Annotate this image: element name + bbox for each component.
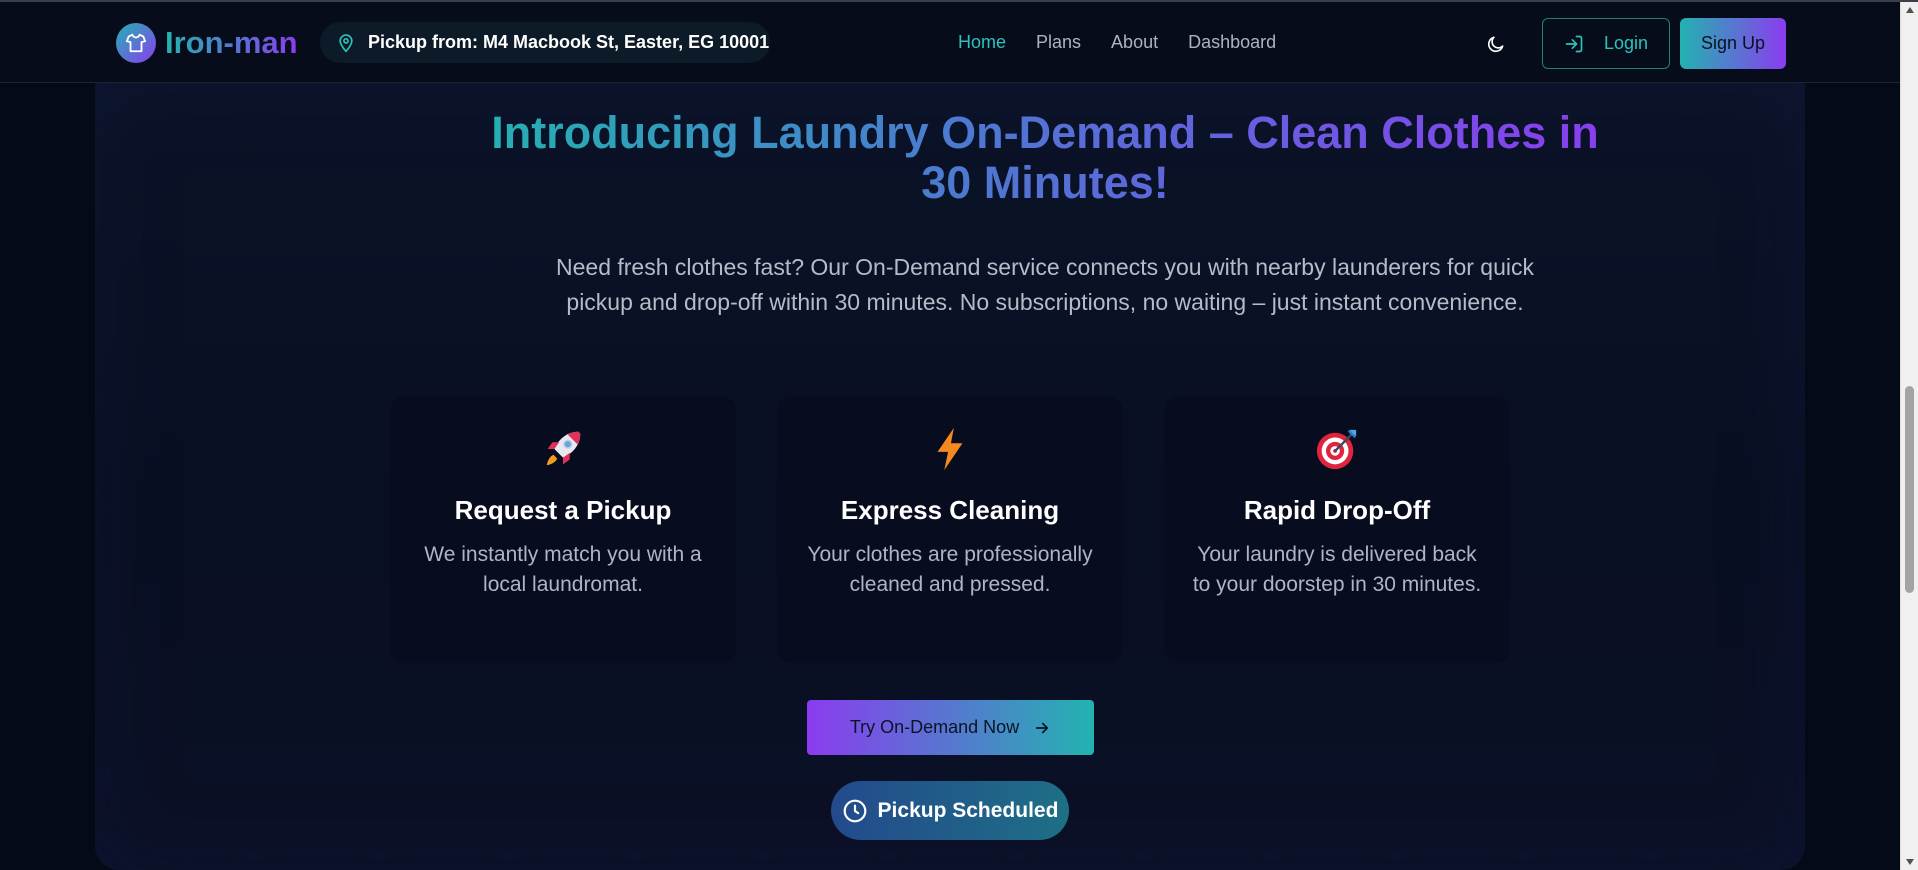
try-on-demand-button[interactable]: Try On-Demand Now <box>807 700 1094 755</box>
feature-title: Request a Pickup <box>454 495 672 525</box>
pickup-address: Pickup from: M4 Macbook St, Easter, EG 1… <box>368 32 770 52</box>
scrollbar-thumb[interactable] <box>1905 386 1914 593</box>
rocket-icon <box>546 431 581 466</box>
arrow-right-icon <box>1036 722 1049 733</box>
nav-plans[interactable]: Plans <box>1036 32 1081 53</box>
hero-title: Introducing Laundry On-Demand – Clean Cl… <box>467 108 1623 208</box>
on-demand-section: Introducing Laundry On-Demand – Clean Cl… <box>95 83 1805 870</box>
scroll-down-arrow-icon[interactable] <box>1901 854 1918 870</box>
pickup-location[interactable]: Pickup from: M4 Macbook St, Easter, EG 1… <box>320 22 770 63</box>
feature-description: We instantly match you with a local laun… <box>424 543 702 596</box>
shirt-icon <box>116 23 156 63</box>
theme-toggle-button[interactable] <box>1484 32 1508 56</box>
signup-button[interactable]: Sign Up <box>1680 18 1786 69</box>
feature-card-dropoff: Rapid Drop-Off Your laundry is delivered… <box>1164 396 1510 663</box>
main-nav: Home Plans About Dashboard <box>958 32 1306 53</box>
feature-description: Your laundry is delivered back to your d… <box>1192 543 1482 596</box>
brand-name: Iron-man <box>165 25 298 60</box>
target-icon <box>1316 429 1357 470</box>
pickup-scheduled-badge: Pickup Scheduled <box>831 781 1069 840</box>
signup-label: Sign Up <box>1700 33 1766 53</box>
login-icon <box>1565 35 1583 52</box>
scroll-up-arrow-icon[interactable] <box>1901 2 1918 18</box>
feature-card-cleaning: Express Cleaning Your clothes are profes… <box>777 396 1123 663</box>
moon-icon <box>1487 36 1504 53</box>
status-label: Pickup Scheduled <box>877 798 1059 822</box>
hero-description: Need fresh clothes fast? Our On-Demand s… <box>556 254 1534 315</box>
feature-cards: Request a Pickup We instantly match you … <box>390 396 1520 663</box>
nav-about[interactable]: About <box>1111 32 1158 53</box>
vertical-scrollbar[interactable] <box>1900 2 1918 870</box>
map-pin-icon <box>339 33 353 53</box>
login-button[interactable]: Login <box>1542 18 1670 69</box>
feature-card-pickup: Request a Pickup We instantly match you … <box>390 396 736 663</box>
login-label: Login <box>1603 33 1649 53</box>
lightning-icon <box>937 427 963 471</box>
site-header: Iron-man Pickup from: M4 Macbook St, Eas… <box>0 2 1900 83</box>
brand[interactable]: Iron-man <box>116 23 298 63</box>
cta-label: Try On-Demand Now <box>849 717 1020 737</box>
clock-icon <box>843 799 866 822</box>
feature-title: Rapid Drop-Off <box>1243 495 1431 525</box>
nav-dashboard[interactable]: Dashboard <box>1188 32 1276 53</box>
nav-home[interactable]: Home <box>958 32 1006 53</box>
feature-description: Your clothes are professionally cleaned … <box>807 543 1093 596</box>
feature-title: Express Cleaning <box>840 495 1060 525</box>
